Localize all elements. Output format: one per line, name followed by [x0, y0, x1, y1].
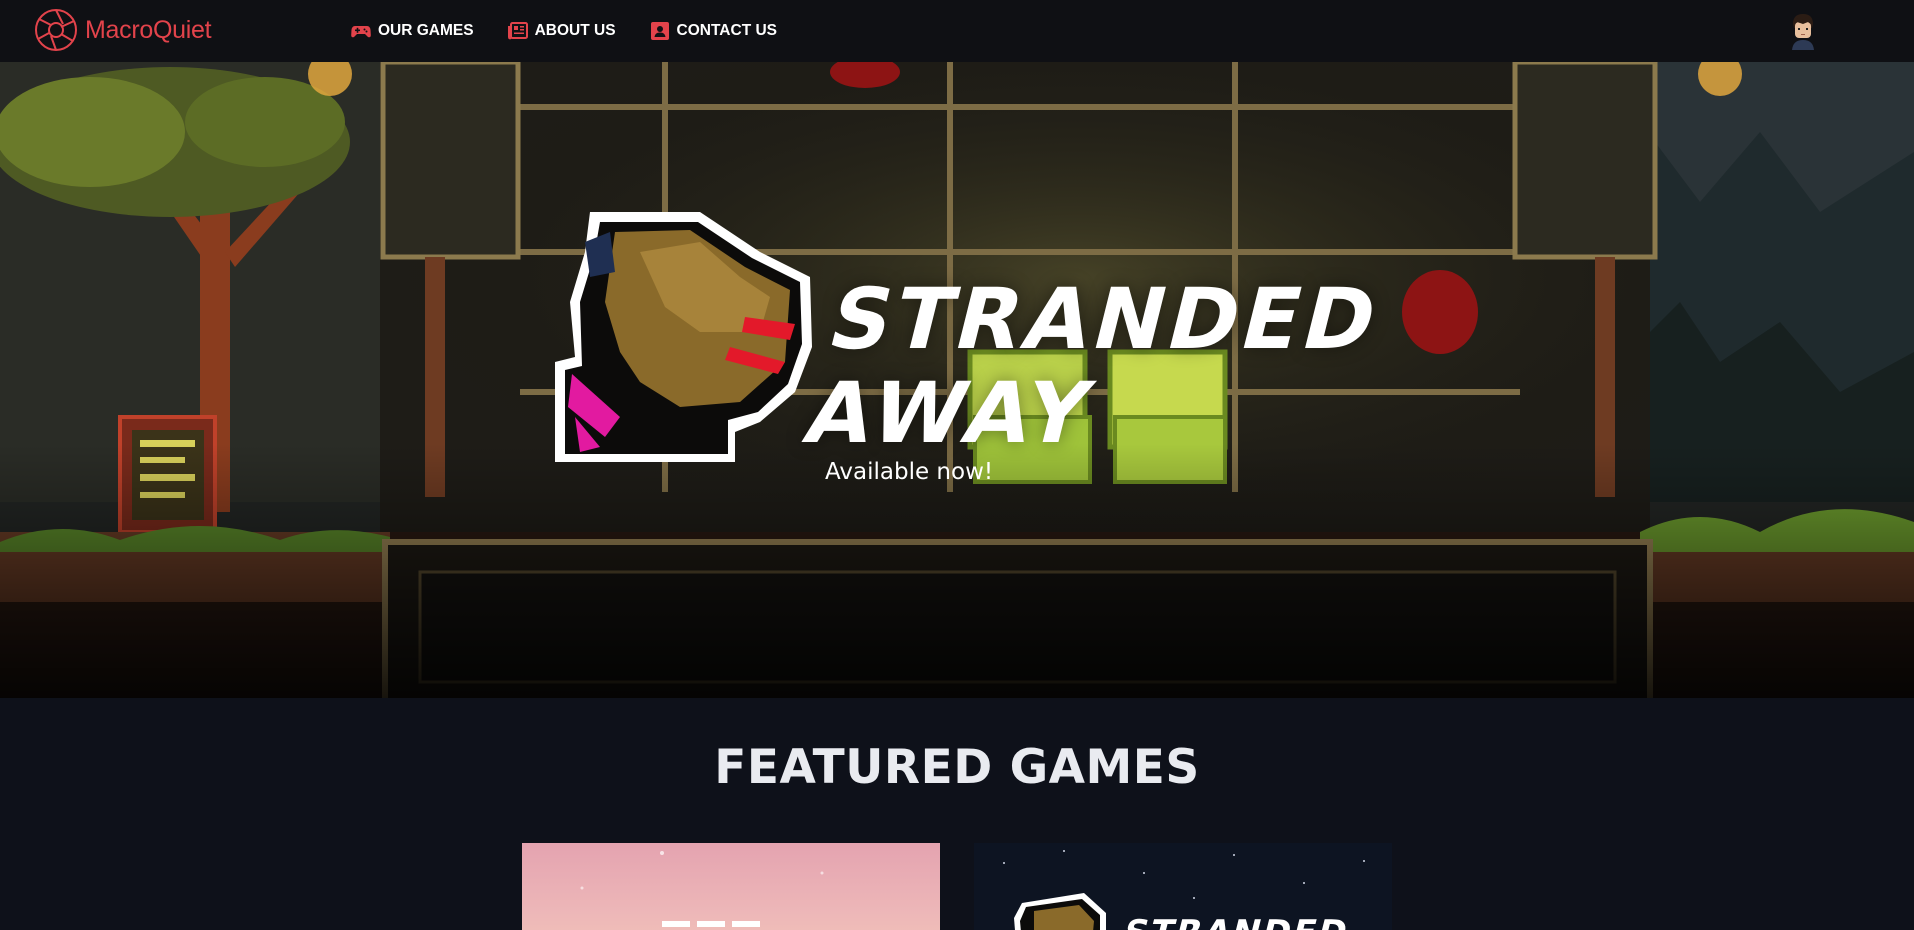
nav-our-games[interactable]: OUR GAMES	[351, 21, 474, 41]
nav-about-us[interactable]: ABOUT US	[507, 21, 616, 41]
newspaper-icon	[507, 22, 528, 40]
nav-contact-us[interactable]: CONTACT US	[650, 21, 777, 41]
hero-title-line-1: STRANDED	[819, 270, 1391, 368]
contact-card-icon	[650, 22, 669, 40]
nav-contact-us-label: CONTACT US	[676, 22, 778, 39]
hero-subtitle: Available now!	[825, 459, 994, 485]
hero-game-logo-title: STRANDED AWAY	[796, 270, 1404, 462]
gamepad-icon	[351, 26, 371, 38]
card-1-thumbnail-art	[580, 851, 824, 927]
aperture-logo-icon	[35, 9, 77, 51]
card-2-game-title: STRANDED	[1119, 913, 1353, 930]
hero-title-line-2: AWAY	[796, 364, 1105, 462]
brand-name: MacroQuiet	[85, 15, 212, 44]
featured-game-card-1[interactable]	[522, 843, 940, 930]
featured-games-heading: FEATURED GAMES	[714, 740, 1200, 795]
nav-about-us-label: ABOUT US	[534, 22, 616, 39]
nav-menu: OUR GAMES ABOUT US CONTACT US	[351, 0, 777, 62]
nav-our-games-label: OUR GAMES	[378, 22, 474, 39]
hero-banner[interactable]: STRANDED AWAY Available now!	[0, 62, 1914, 698]
featured-game-card-2[interactable]: STRANDED	[974, 843, 1392, 930]
user-avatar[interactable]	[1788, 12, 1818, 50]
brand-logo-link[interactable]: MacroQuiet	[33, 7, 212, 53]
top-navbar: MacroQuiet OUR GAMES ABOUT US CONTACT US	[0, 0, 1914, 62]
